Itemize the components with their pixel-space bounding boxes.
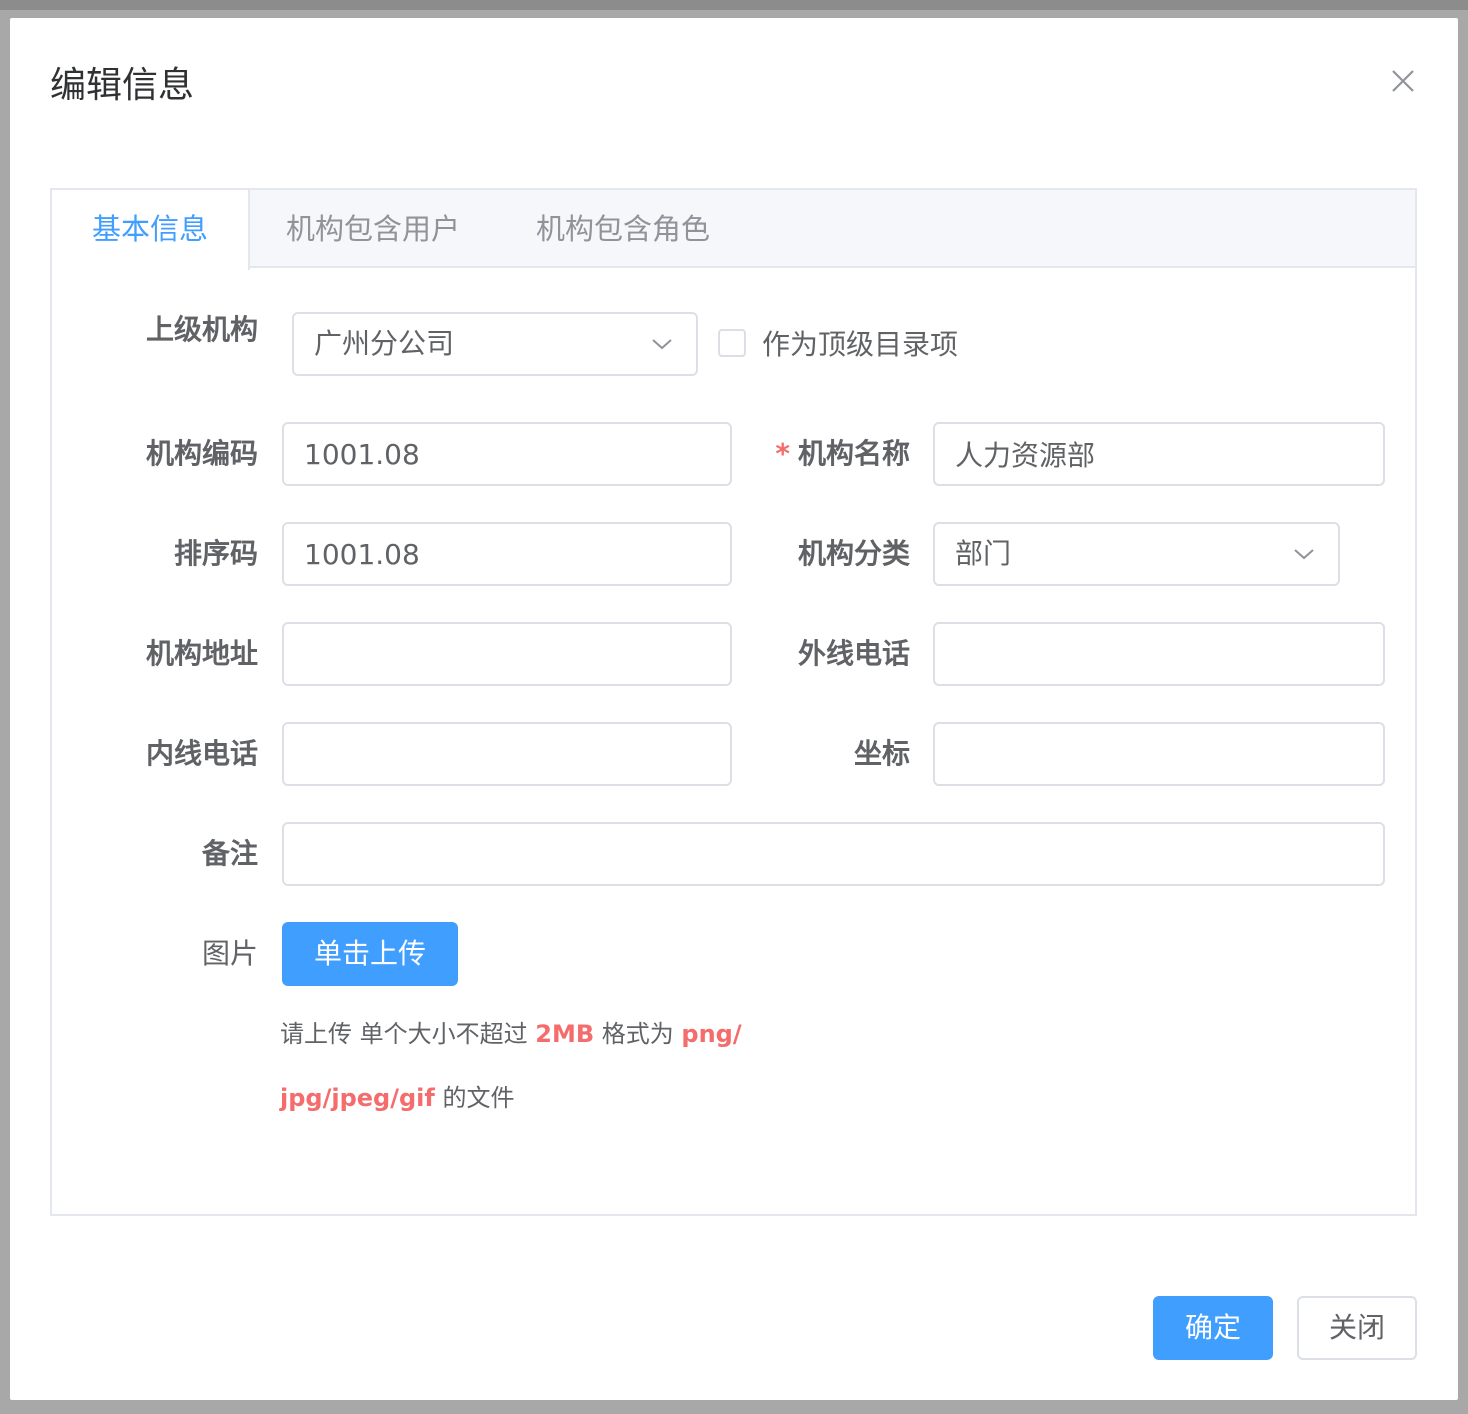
tab-org-roles[interactable]: 机构包含角色 bbox=[496, 190, 750, 268]
org-name-input[interactable] bbox=[933, 422, 1385, 486]
org-code-label: 机构编码 bbox=[145, 437, 258, 470]
tip-formats-2: jpg/jpeg/gif bbox=[280, 1084, 435, 1112]
tip-suffix: 的文件 bbox=[434, 1084, 515, 1112]
tab-org-users[interactable]: 机构包含用户 bbox=[246, 190, 500, 268]
external-phone-input[interactable] bbox=[933, 622, 1385, 686]
backdrop bbox=[0, 0, 1468, 10]
close-icon[interactable] bbox=[1386, 64, 1420, 98]
parent-org-label: 上级机构 bbox=[145, 313, 258, 346]
top-level-label: 作为顶级目录项 bbox=[762, 328, 959, 361]
tab-bar: 基本信息 机构包含用户 机构包含角色 bbox=[52, 190, 1415, 270]
edit-dialog: 编辑信息 基本信息 机构包含用户 机构包含角色 上级机构 广州分公司 作为顶级目… bbox=[10, 18, 1458, 1400]
internal-phone-input[interactable] bbox=[282, 722, 732, 786]
org-name-label: 机构名称 bbox=[797, 437, 910, 470]
org-code-input[interactable] bbox=[282, 422, 732, 486]
tip-prefix: 请上传 单个大小不超过 bbox=[280, 1020, 536, 1048]
tip-mid: 格式为 bbox=[594, 1020, 682, 1048]
external-phone-label: 外线电话 bbox=[797, 637, 910, 670]
address-input[interactable] bbox=[282, 622, 732, 686]
dialog-title: 编辑信息 bbox=[50, 65, 195, 106]
coordinates-label: 坐标 bbox=[853, 737, 910, 770]
required-mark: * bbox=[775, 437, 790, 470]
sort-code-input[interactable] bbox=[282, 522, 732, 586]
top-level-checkbox[interactable]: 作为顶级目录项 bbox=[718, 318, 958, 368]
parent-org-value: 广州分公司 bbox=[314, 327, 455, 360]
upload-button[interactable]: 单击上传 bbox=[282, 922, 458, 986]
address-label: 机构地址 bbox=[145, 637, 258, 670]
tip-formats-1: png/ bbox=[681, 1020, 742, 1048]
sort-code-label: 排序码 bbox=[173, 537, 258, 570]
confirm-button[interactable]: 确定 bbox=[1153, 1296, 1273, 1360]
upload-tip-line-1: 请上传 单个大小不超过 2MB 格式为 png/ bbox=[280, 1018, 742, 1050]
org-type-label: 机构分类 bbox=[797, 537, 910, 570]
org-type-value: 部门 bbox=[955, 537, 1012, 570]
remark-input[interactable] bbox=[282, 822, 1385, 886]
chevron-down-icon bbox=[1294, 549, 1314, 560]
remark-label: 备注 bbox=[201, 837, 258, 870]
tab-basic-info[interactable]: 基本信息 bbox=[52, 190, 251, 270]
org-name-label-wrap: * 机构名称 bbox=[750, 422, 910, 486]
coordinates-input[interactable] bbox=[933, 722, 1385, 786]
close-button[interactable]: 关闭 bbox=[1297, 1296, 1417, 1360]
parent-org-select[interactable]: 广州分公司 bbox=[292, 312, 698, 376]
upload-tip-line-2: jpg/jpeg/gif 的文件 bbox=[280, 1082, 514, 1114]
org-type-select[interactable]: 部门 bbox=[933, 522, 1340, 586]
checkbox-box[interactable] bbox=[718, 329, 746, 357]
internal-phone-label: 内线电话 bbox=[145, 737, 258, 770]
tip-size: 2MB bbox=[535, 1020, 595, 1048]
image-label: 图片 bbox=[201, 937, 258, 970]
chevron-down-icon bbox=[652, 339, 672, 350]
